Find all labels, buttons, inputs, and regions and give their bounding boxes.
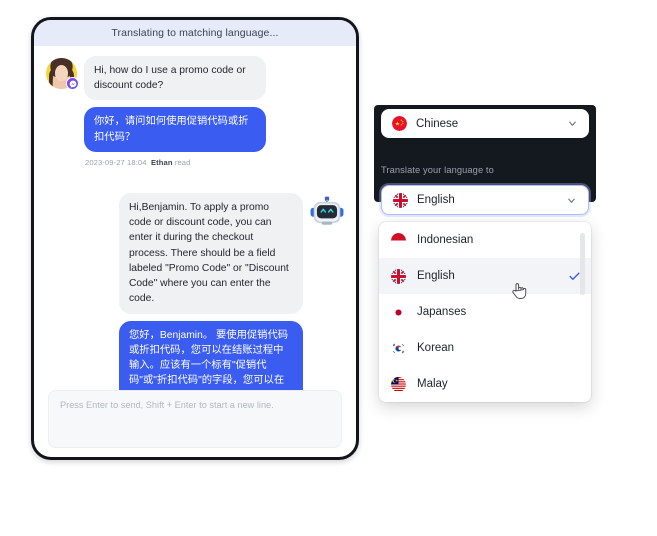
dropdown-scrollbar-thumb[interactable] — [580, 233, 585, 295]
outgoing-bubble-stack: Hi,Benjamin. To apply a promo code or di… — [119, 192, 303, 390]
screen-root: Translating to matching language... Hi, … — [0, 0, 657, 536]
flag-jp-icon — [391, 304, 406, 320]
chat-phone-frame: Translating to matching language... Hi, … — [31, 17, 359, 460]
translate-target-caption: Translate your language to — [381, 165, 494, 175]
message-group-incoming: Hi, how do I use a promo code or discoun… — [46, 56, 344, 152]
language-option-label: English — [417, 270, 455, 282]
chat-header-title: Translating to matching language... — [111, 27, 279, 39]
chevron-down-icon[interactable] — [566, 195, 577, 206]
language-option-label: Indonesian — [417, 234, 474, 246]
user-avatar[interactable] — [46, 58, 79, 90]
message-sender: Ethan — [150, 157, 173, 167]
language-option-english[interactable]: English — [379, 258, 591, 294]
flag-gb-icon — [393, 192, 408, 208]
avatar-face-shape — [55, 65, 68, 81]
dropdown-scrollbar-track[interactable] — [580, 227, 588, 397]
message-status: read — [174, 157, 191, 167]
source-language-select[interactable]: Chinese — [381, 109, 589, 138]
target-language-select[interactable]: English — [381, 185, 589, 215]
message-bubble-translated[interactable]: 您好，Benjamin。 要使用促销代码或折扣代码，您可以在结账过程中输入。应该… — [119, 320, 303, 390]
chat-header: Translating to matching language... — [34, 20, 356, 46]
flag-gb-icon — [391, 268, 406, 284]
language-option-label: Japanses — [417, 306, 467, 318]
messenger-glyph — [69, 80, 76, 88]
target-language-label: English — [417, 194, 455, 206]
language-option-japanses[interactable]: Japanses — [379, 294, 591, 330]
flag-my-icon — [391, 376, 406, 392]
robot-avatar[interactable] — [310, 195, 344, 229]
incoming-bubble-stack: Hi, how do I use a promo code or discoun… — [84, 56, 266, 152]
language-option-malay[interactable]: Malay — [379, 366, 591, 402]
message-meta-incoming: 2023-09-27 18:04 Ethan read — [46, 158, 344, 167]
chevron-down-icon[interactable] — [567, 118, 578, 129]
language-option-label: Korean — [417, 342, 455, 354]
language-dropdown-list[interactable]: Indonesian English Japanses Korean Malay — [379, 222, 591, 402]
source-language-label: Chinese — [416, 117, 459, 130]
message-bubble-original[interactable]: Hi, how do I use a promo code or discoun… — [84, 56, 266, 101]
message-input[interactable]: Press Enter to send, Shift + Enter to st… — [48, 390, 342, 448]
flag-id-icon — [391, 232, 406, 248]
flag-cn-icon — [392, 116, 407, 131]
language-option-indonesian[interactable]: Indonesian — [379, 222, 591, 258]
message-bubble-original[interactable]: Hi,Benjamin. To apply a promo code or di… — [119, 192, 303, 314]
message-bubble-translated[interactable]: 你好，请问如何使用促销代码或折扣代码？ — [84, 107, 266, 152]
message-group-outgoing: Hi,Benjamin. To apply a promo code or di… — [46, 192, 344, 390]
chat-message-list[interactable]: Hi, how do I use a promo code or discoun… — [34, 46, 356, 390]
composer-area: Press Enter to send, Shift + Enter to st… — [34, 390, 356, 448]
language-option-label: Malay — [417, 378, 448, 390]
messenger-badge-icon — [66, 77, 79, 90]
flag-kr-icon — [391, 340, 406, 356]
language-option-korean[interactable]: Korean — [379, 330, 591, 366]
message-timestamp: 2023-09-27 18:04 — [85, 157, 147, 167]
